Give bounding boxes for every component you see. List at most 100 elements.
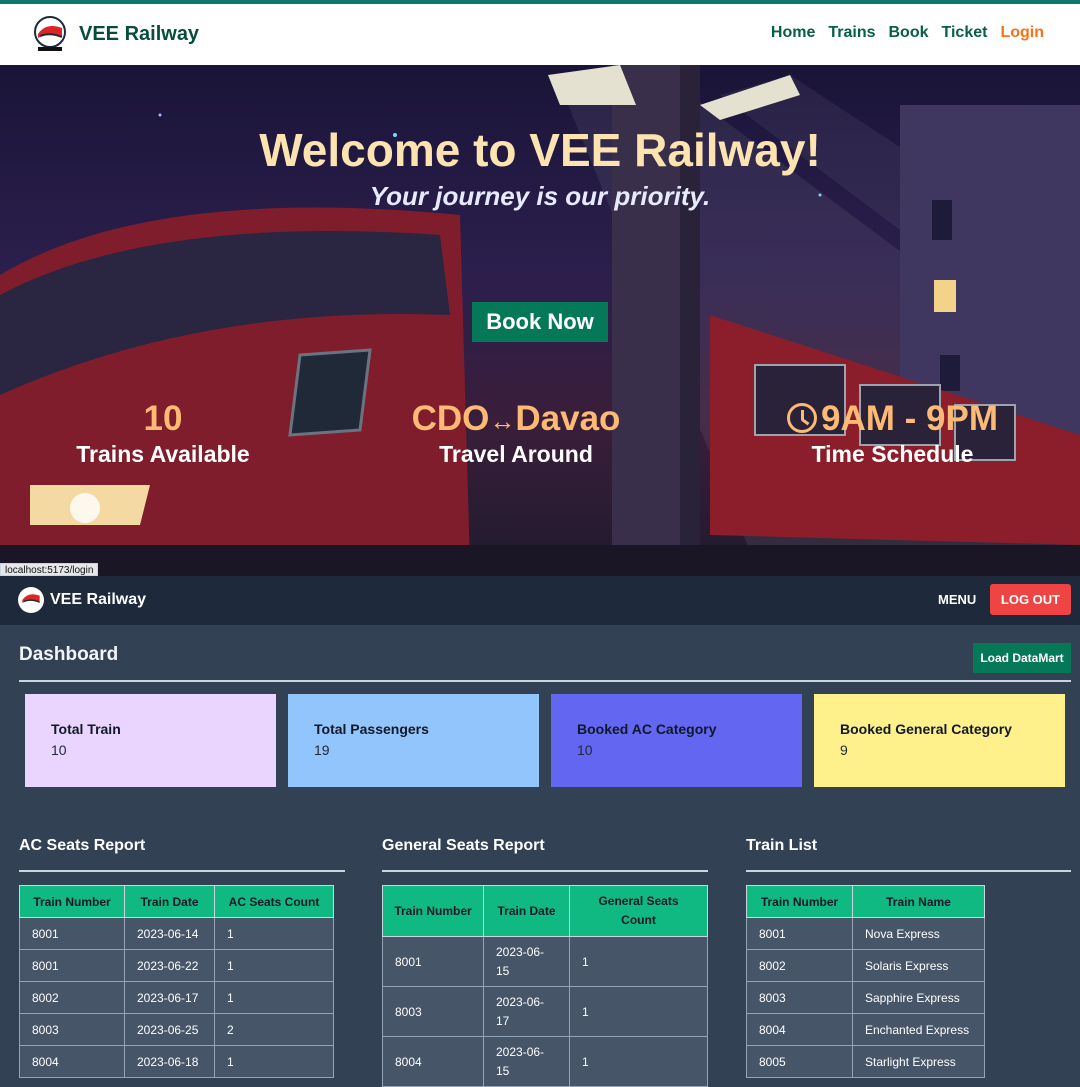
table-cell: 8001 (19, 949, 125, 982)
table-cell: 2023-06-22 (124, 949, 215, 982)
stat-trains-label: Trains Available (76, 441, 250, 467)
dashboard-header: VEE Railway MENU LOG OUT (0, 576, 1080, 625)
table-cell: 1 (569, 936, 708, 987)
table-row: 8001 2023-06-14 1 (19, 917, 334, 950)
table-cell: 2023-06-17 (483, 986, 570, 1037)
general-report-divider (382, 870, 708, 872)
table-cell: 1 (214, 981, 334, 1014)
table-cell: 8005 (746, 1045, 853, 1078)
table-cell: Starlight Express (852, 1045, 985, 1078)
table-cell: 1 (214, 917, 334, 950)
table-cell: 1 (569, 986, 708, 1037)
table-cell: 2023-06-15 (483, 1036, 570, 1087)
train-list-table: Train Number Train Name 8001 Nova Expres… (746, 885, 985, 1078)
table-header[interactable]: Train Number (382, 885, 484, 937)
railway-logo-icon (32, 16, 68, 52)
table-cell: 2023-06-25 (124, 1013, 215, 1046)
table-row: 8004 2023-06-15 1 (382, 1036, 708, 1087)
table-cell: Solaris Express (852, 949, 985, 982)
table-header[interactable]: AC Seats Count (214, 885, 334, 918)
table-row: 8003 2023-06-17 1 (382, 986, 708, 1037)
stat-trains-available: 10 Trains Available (70, 399, 256, 468)
table-cell: 8003 (382, 986, 484, 1037)
table-header[interactable]: Train Number (746, 885, 853, 918)
table-cell: 2 (214, 1013, 334, 1046)
table-header[interactable]: Train Name (852, 885, 985, 918)
dashboard-divider (19, 680, 1071, 682)
stat-time-label: Time Schedule (811, 441, 974, 467)
table-cell: Enchanted Express (852, 1013, 985, 1046)
logout-button[interactable]: LOG OUT (990, 584, 1071, 615)
load-datamart-button[interactable]: Load DataMart (973, 643, 1071, 673)
table-header[interactable]: General Seats Count (569, 885, 708, 937)
stat-travel-label: Travel Around (439, 441, 593, 467)
nav-ticket-link[interactable]: Ticket (942, 24, 988, 42)
ac-report-title: AC Seats Report (19, 837, 146, 854)
table-cell: 8004 (19, 1045, 125, 1078)
table-cell: 1 (569, 1036, 708, 1087)
table-row: 8001 2023-06-15 1 (382, 936, 708, 987)
general-report-title: General Seats Report (382, 837, 545, 854)
table-cell: 8001 (382, 936, 484, 987)
stat-travel-around: CDO↔Davao Travel Around (392, 399, 640, 468)
table-row: 8004 Enchanted Express (746, 1013, 985, 1046)
table-cell: 1 (214, 1045, 334, 1078)
card-booked-general: Booked General Category 9 (814, 694, 1065, 787)
clock-icon (787, 403, 818, 433)
table-header[interactable]: Train Date (483, 885, 570, 937)
card-title: Total Train (51, 721, 121, 737)
dashboard-brand-name: VEE Railway (50, 591, 147, 608)
table-header[interactable]: Train Number (19, 885, 125, 918)
table-row: 8005 Starlight Express (746, 1045, 985, 1078)
card-total-train: Total Train 10 (25, 694, 276, 787)
site-nav: Home Trains Book Ticket Login (771, 24, 1044, 42)
hero-title: Welcome to VEE Railway! (259, 124, 821, 176)
route-arrow-icon: ↔ (489, 406, 516, 436)
table-cell: 8004 (382, 1036, 484, 1087)
card-value: 10 (51, 742, 67, 758)
table-row: 8004 2023-06-18 1 (19, 1045, 334, 1078)
table-cell: 2023-06-17 (124, 981, 215, 1014)
card-value: 10 (577, 742, 593, 758)
browser-status-url: localhost:5173/login (0, 563, 99, 576)
menu-button[interactable]: MENU (938, 592, 976, 607)
table-header[interactable]: Train Date (124, 885, 215, 918)
nav-home-link[interactable]: Home (771, 24, 815, 42)
table-cell: 8004 (746, 1013, 853, 1046)
table-cell: 8001 (19, 917, 125, 950)
card-total-passengers: Total Passengers 19 (288, 694, 539, 787)
train-list-divider (746, 870, 1071, 872)
table-row: 8001 2023-06-22 1 (19, 949, 334, 982)
nav-book-link[interactable]: Book (889, 24, 929, 42)
table-cell: 8002 (19, 981, 125, 1014)
card-value: 19 (314, 742, 330, 758)
card-booked-ac: Booked AC Category 10 (551, 694, 802, 787)
site-brand[interactable]: VEE Railway (32, 16, 199, 52)
table-row: 8003 2023-06-25 2 (19, 1013, 334, 1046)
site-brand-name: VEE Railway (79, 22, 200, 45)
table-cell: 8003 (19, 1013, 125, 1046)
table-cell: 8002 (746, 949, 853, 982)
general-seats-table: Train Number Train Date General Seats Co… (382, 885, 708, 1087)
stat-route-to: Davao (515, 399, 621, 438)
stat-trains-value: 10 (143, 399, 183, 438)
dashboard-brand[interactable]: VEE Railway (18, 587, 146, 613)
card-title: Booked AC Category (577, 721, 717, 737)
table-cell: 8003 (746, 981, 853, 1014)
ac-seats-table: Train Number Train Date AC Seats Count 8… (19, 885, 334, 1078)
ac-report-divider (19, 870, 345, 872)
card-title: Total Passengers (314, 721, 429, 737)
stat-time-value: 9AM - 9PM (821, 399, 998, 438)
hero-subtitle: Your journey is our priority. (369, 181, 711, 211)
nav-trains-link[interactable]: Trains (828, 24, 875, 42)
book-now-button[interactable]: Book Now (472, 302, 608, 342)
table-row: 8003 Sapphire Express (746, 981, 985, 1014)
table-cell: 1 (214, 949, 334, 982)
hero-banner: Welcome to VEE Railway! Your journey is … (0, 65, 1080, 576)
table-cell: 8001 (746, 917, 853, 950)
table-cell: Nova Express (852, 917, 985, 950)
card-value: 9 (840, 742, 848, 758)
stat-time-schedule: 9AM - 9PM Time Schedule (770, 399, 1015, 468)
table-cell: 2023-06-18 (124, 1045, 215, 1078)
nav-login-link[interactable]: Login (1000, 24, 1044, 42)
